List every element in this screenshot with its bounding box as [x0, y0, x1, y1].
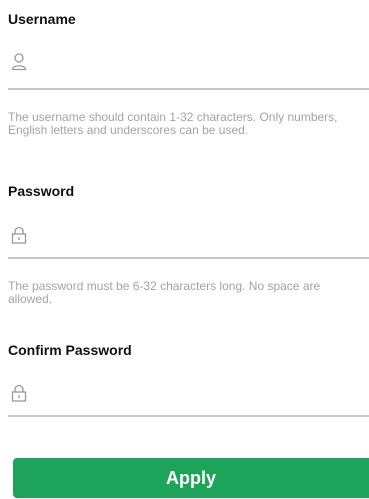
password-hint: The password must be 6-32 characters lon…	[8, 279, 321, 306]
confirm-password-input[interactable]	[36, 380, 360, 410]
password-label: Password	[8, 183, 75, 199]
confirm-password-field[interactable]	[8, 374, 369, 417]
apply-button[interactable]: Apply	[13, 458, 369, 498]
user-icon	[11, 53, 27, 71]
username-input[interactable]	[36, 49, 360, 79]
password-field[interactable]	[8, 216, 369, 259]
confirm-password-label: Confirm Password	[8, 342, 132, 358]
lock-icon	[11, 384, 27, 402]
username-label: Username	[8, 11, 76, 27]
lock-icon	[11, 226, 27, 244]
password-input[interactable]	[36, 222, 360, 252]
username-field[interactable]	[8, 47, 369, 90]
username-hint: The username should contain 1-32 charact…	[8, 110, 338, 137]
